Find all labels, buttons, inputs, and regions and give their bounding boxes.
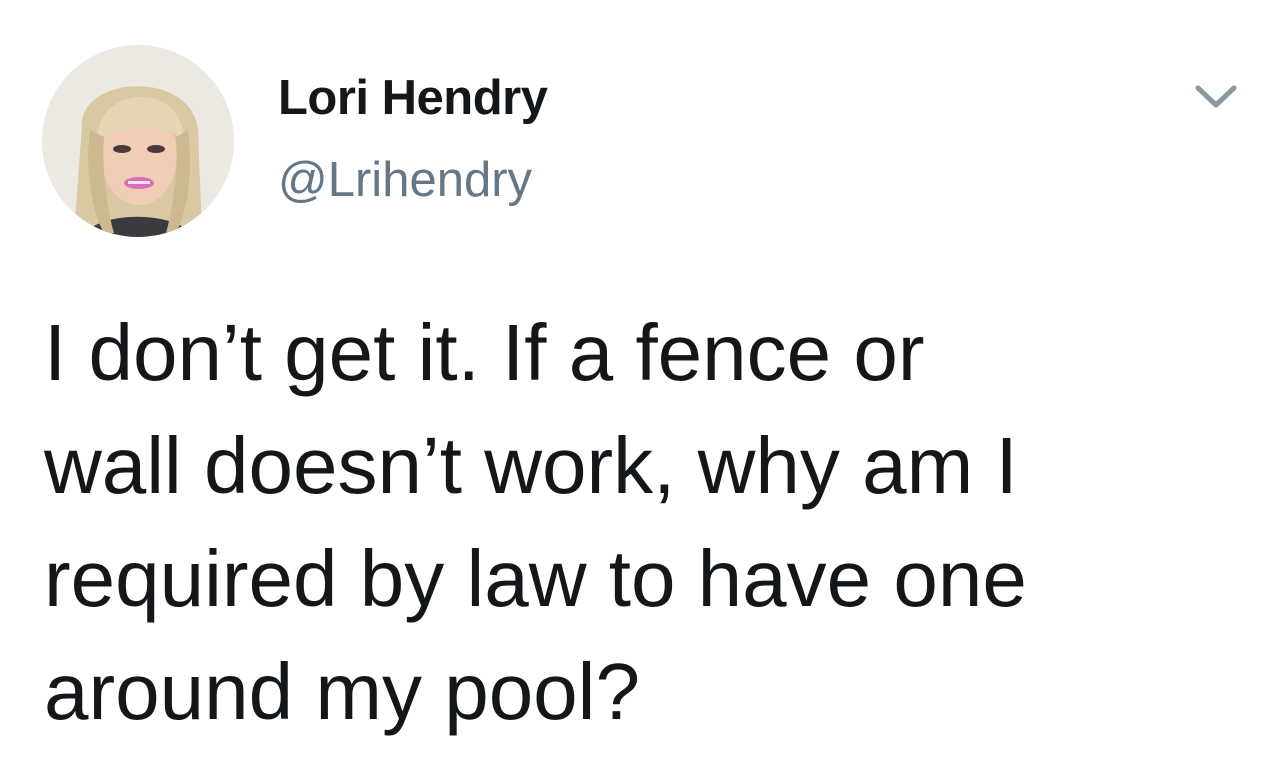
author-display-name[interactable]: Lori Hendry — [278, 70, 548, 126]
tweet-card: Lori Hendry @Lrihendry I don’t get it. I… — [0, 0, 1280, 765]
author-handle[interactable]: @Lrihendry — [278, 152, 532, 208]
tweet-menu-button[interactable] — [1190, 78, 1242, 114]
profile-photo-icon — [42, 45, 234, 237]
avatar[interactable] — [42, 45, 234, 237]
tweet-text: I don’t get it. If a fence or wall doesn… — [44, 308, 1027, 736]
chevron-down-icon — [1195, 85, 1237, 108]
